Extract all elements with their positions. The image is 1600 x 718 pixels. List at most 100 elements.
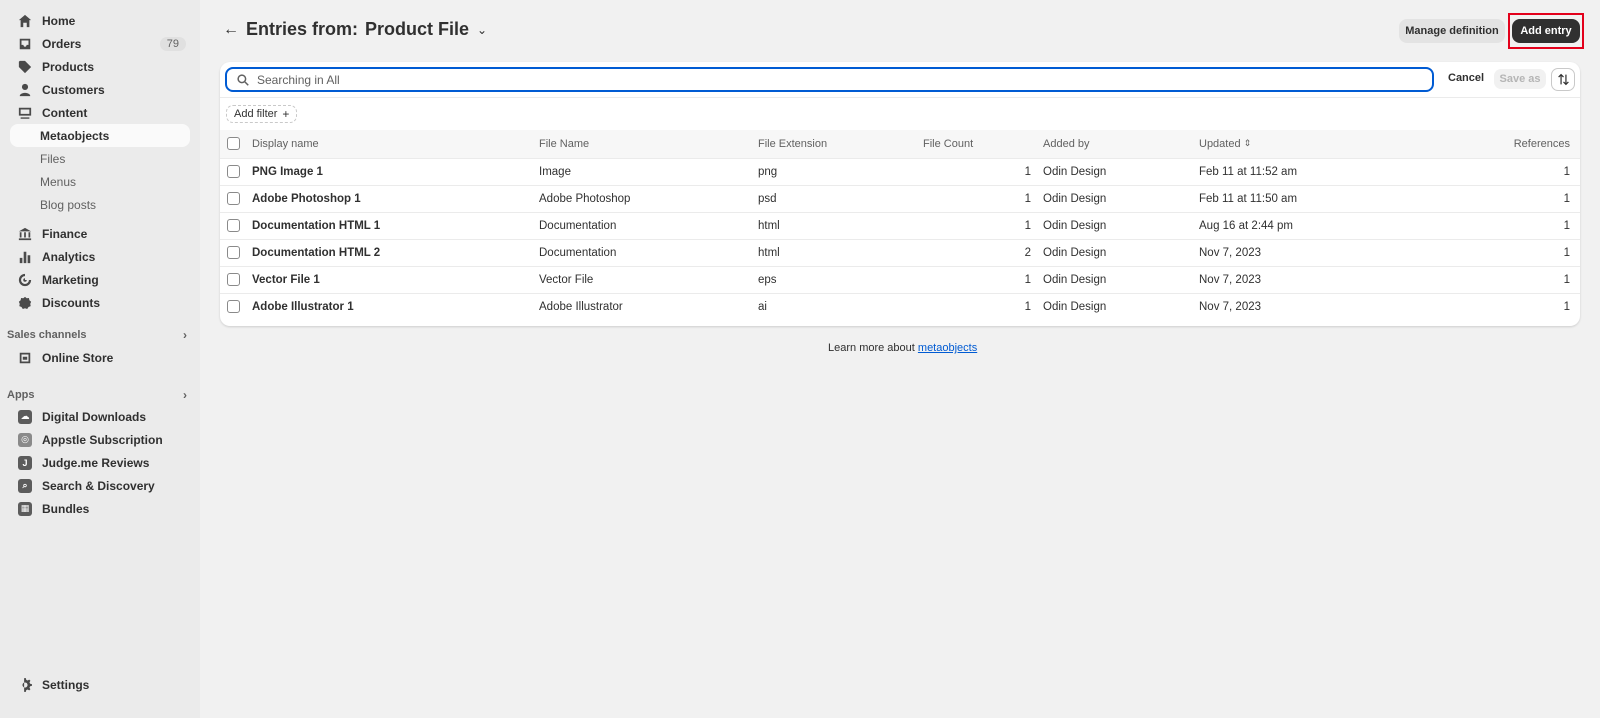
row-checkbox[interactable] [227,192,240,205]
cell-refs: 1 [1399,266,1580,294]
sidebar-item-files[interactable]: Files [10,147,190,170]
judgeme-icon: J [18,455,32,470]
sidebar-item-digital-downloads[interactable]: ☁ Digital Downloads [10,405,190,428]
cell-updated: Nov 7, 2023 [1199,239,1399,267]
sidebar-item-blog-posts[interactable]: Blog posts [10,193,190,216]
table-row[interactable]: PNG Image 1 Image png 1 Odin Design Feb 11 at… [220,158,1580,186]
sidebar-item-label: Bundles [42,501,90,516]
search-icon [237,73,249,86]
page-title-name: Product File [365,19,470,39]
row-checkbox[interactable] [227,273,240,286]
orders-count-badge: 79 [159,36,186,51]
column-header[interactable]: File Extension [758,130,923,159]
plus-icon: + [282,107,290,121]
search-field[interactable] [225,67,1434,92]
table-row[interactable]: Documentation HTML 2 Documentation html 2 Od… [220,239,1580,267]
cell-file: Adobe Photoshop [539,185,758,213]
learn-more-text: Learn more about [828,342,915,354]
cell-added: Odin Design [1043,158,1199,186]
column-header[interactable]: Added by [1043,130,1199,159]
sidebar-item-orders[interactable]: Orders 79 [10,32,190,55]
sidebar-item-label: Products [42,59,95,74]
inbox-icon [18,37,32,51]
sidebar-item-finance[interactable]: Finance [10,222,190,245]
row-checkbox[interactable] [227,246,240,259]
column-header-label: Updated [1199,137,1241,150]
cell-count: 1 [1024,300,1031,313]
select-all-checkbox[interactable] [227,137,240,151]
sales-channels-title: Sales channels [7,329,87,341]
column-header[interactable]: Display name [252,130,539,159]
apps-section[interactable]: Apps › [7,388,187,402]
back-arrow-icon[interactable]: ← [223,21,239,39]
column-header[interactable]: File Name [539,130,758,159]
sort-button[interactable] [1551,68,1575,91]
image-icon [18,106,32,120]
row-checkbox[interactable] [227,300,240,314]
row-checkbox[interactable] [227,165,240,178]
column-header-updated[interactable]: Updated ⇕ [1199,130,1399,159]
checkbox-cell [220,185,252,213]
metaobjects-link[interactable]: metaobjects [918,342,977,354]
sidebar-item-customers[interactable]: Customers [10,78,190,101]
row-checkbox[interactable] [227,219,240,232]
discount-icon [18,296,32,310]
table-row[interactable]: Adobe Illustrator 1 Adobe Illustrator ai 1 O… [220,293,1580,320]
sidebar-item-label: Judge.me Reviews [42,455,150,470]
cell-refs: 1 [1399,158,1580,186]
sidebar-item-discounts[interactable]: Discounts [10,291,190,314]
add-filter-button[interactable]: Add filter + [226,105,298,123]
cell-name: Documentation HTML 2 [252,239,539,267]
sidebar-item-metaobjects[interactable]: Metaobjects [10,124,190,147]
sales-channels-section[interactable]: Sales channels › [7,328,187,342]
cell-count: 1 [923,212,1043,240]
table-row[interactable]: Documentation HTML 1 Documentation html 1 Od… [220,212,1580,240]
sidebar-item-marketing[interactable]: Marketing [10,268,190,291]
sidebar-item-label: Files [40,151,66,166]
sidebar-item-products[interactable]: Products [10,55,190,78]
sidebar-item-label: Analytics [42,249,96,264]
cell-updated: Feb 11 at 11:52 am [1199,158,1399,186]
cell-added: Odin Design [1043,212,1199,240]
sidebar-item-bundles[interactable]: ▦ Bundles [10,497,190,520]
cell-updated: Nov 7, 2023 [1199,266,1399,294]
sidebar-item-menus[interactable]: Menus [10,170,190,193]
cell-count: 2 [923,239,1043,267]
cell-name: Adobe Illustrator 1 [252,300,354,313]
checkbox-cell [220,293,252,320]
cell-count: 1 [923,185,1043,213]
sidebar-item-label: Search & Discovery [42,478,155,493]
search-input[interactable] [257,72,1407,87]
checkbox-cell [220,212,252,240]
sort-indicator-icon: ⇕ [1243,138,1252,149]
sidebar-item-judgeme-reviews[interactable]: J Judge.me Reviews [10,451,190,474]
sidebar-item-content[interactable]: Content [10,101,190,124]
column-header[interactable]: References [1399,130,1580,159]
sidebar-item-settings[interactable]: Settings [10,673,190,696]
table-header-row: Display name File Name File Extension Fi… [220,130,1580,159]
column-header[interactable]: File Count [923,130,1043,159]
sidebar: Home Orders 79 Products Customers Conten… [0,0,200,718]
sidebar-item-analytics[interactable]: Analytics [10,245,190,268]
page-title-prefix: Entries from: [246,19,359,39]
sidebar-item-label: Orders [42,36,82,51]
cancel-button[interactable]: Cancel [1448,72,1484,84]
save-as-button[interactable]: Save as [1494,69,1546,89]
sidebar-item-home[interactable]: Home [10,9,190,32]
sidebar-item-label: Blog posts [40,197,97,212]
table-row[interactable]: Vector File 1 Vector File eps 1 Odin Design N… [220,266,1580,294]
sidebar-item-search-discovery[interactable]: ⌕ Search & Discovery [10,474,190,497]
sidebar-item-label: Home [42,13,76,28]
page-title[interactable]: Entries from: Product File ⌄ [246,19,487,40]
manage-definition-button[interactable]: Manage definition [1399,19,1505,43]
sidebar-item-appstle-subscription[interactable]: ◎ Appstle Subscription [10,428,190,451]
cell-ext: png [758,158,923,186]
cell-refs: 1 [1399,239,1580,267]
cell-added: Odin Design [1043,266,1199,294]
sidebar-item-label: Online Store [42,350,114,365]
sidebar-item-label: Appstle Subscription [42,432,163,447]
sort-arrows-icon [1557,73,1569,86]
table-row[interactable]: Adobe Photoshop 1 Adobe Photoshop psd 1 Odin… [220,185,1580,213]
sidebar-item-online-store[interactable]: Online Store [10,346,190,369]
entries-card: Cancel Save as Add filter + Display name… [220,62,1580,326]
